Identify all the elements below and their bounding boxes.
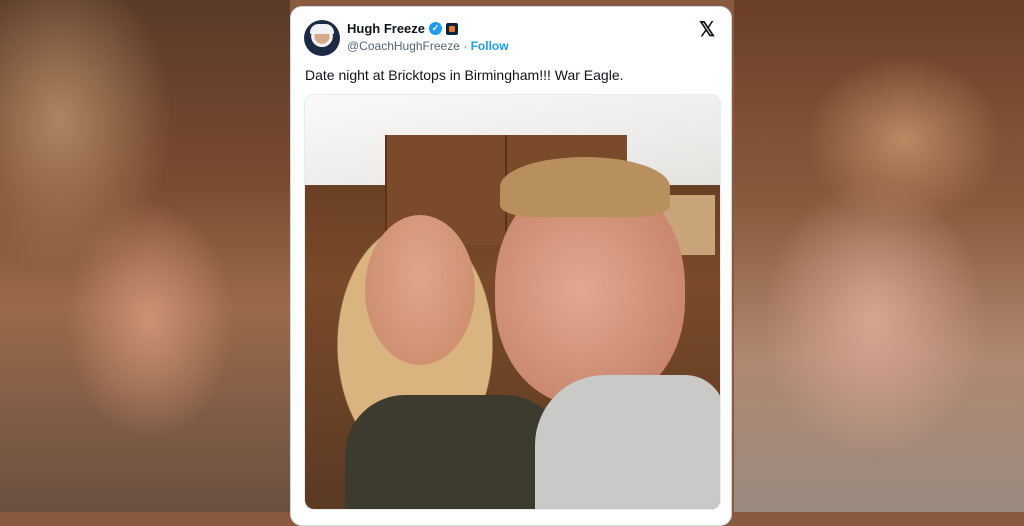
photo-person-hair — [500, 157, 670, 217]
photo-person-body — [535, 375, 720, 509]
affiliate-badge-icon — [446, 22, 459, 35]
blurred-background-left — [0, 0, 290, 512]
tweet-text: Date night at Bricktops in Birmingham!!!… — [305, 67, 624, 83]
blurred-background-right — [734, 0, 1024, 512]
tweet-photo[interactable] — [304, 94, 721, 510]
follow-button[interactable]: Follow — [471, 39, 509, 53]
author-name-row[interactable]: Hugh Freeze ✓ — [347, 21, 459, 36]
tweet-card[interactable]: Hugh Freeze ✓ @CoachHughFreeze · Follow … — [290, 6, 732, 526]
verified-badge-icon: ✓ — [429, 22, 443, 35]
avatar-cap — [310, 24, 334, 34]
handle-line: @CoachHughFreeze · Follow — [347, 39, 509, 53]
photo-person-face — [365, 215, 475, 365]
handle-separator: · — [459, 39, 471, 53]
author-avatar[interactable] — [304, 20, 340, 56]
author-handle[interactable]: @CoachHughFreeze — [347, 39, 460, 53]
photo-person-body — [345, 395, 565, 509]
author-name[interactable]: Hugh Freeze — [347, 21, 425, 36]
x-logo-icon[interactable]: 𝕏 — [699, 17, 715, 42]
